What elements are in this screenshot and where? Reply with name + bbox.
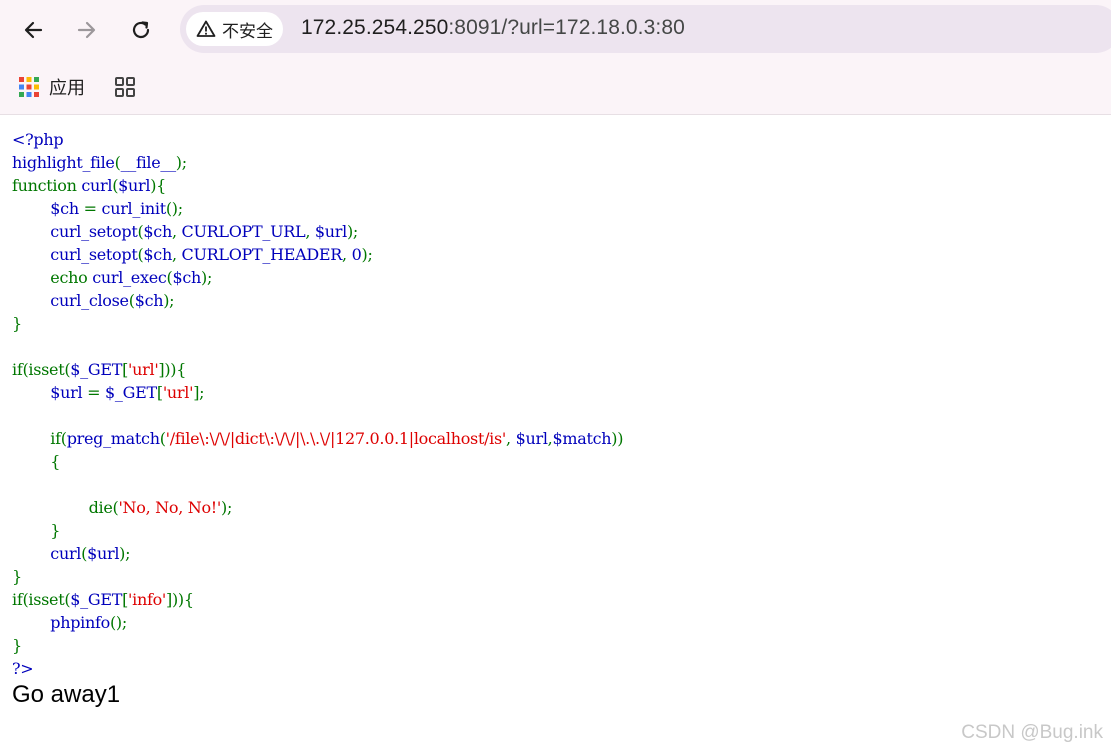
tab-groups-icon <box>115 77 135 97</box>
code-line-15: { <box>50 452 61 471</box>
php-source: <?php highlight_file(__file__); function… <box>12 128 623 680</box>
arrow-left-icon <box>24 21 43 39</box>
reload-button[interactable] <box>122 11 160 49</box>
code-block: <?php highlight_file(__file__); function… <box>12 128 623 680</box>
bookmark-apps-label: 应用 <box>49 78 85 98</box>
apps-grid-icon <box>19 77 39 97</box>
code-line-9: } <box>12 314 22 333</box>
page-output-text: Go away1 <box>12 681 121 708</box>
back-button[interactable] <box>14 11 52 49</box>
code-line-12: $url = $_GET['url']; <box>50 383 205 402</box>
code-line-8: curl_close($ch); <box>50 291 175 310</box>
code-line-19: curl($url); <box>50 544 131 563</box>
code-line-3: function curl($url){ <box>12 176 167 195</box>
code-line-7: echo curl_exec($ch); <box>50 268 213 287</box>
address-bar[interactable]: 不安全 172.25.254.250:8091/?url=172.18.0.3:… <box>180 5 1111 53</box>
url-path: :8091/?url=172.18.0.3:80 <box>448 16 685 39</box>
code-line-17: die('No, No, No!'); <box>88 498 233 517</box>
code-line-5: curl_setopt($ch, CURLOPT_URL, $url); <box>50 222 359 241</box>
url-host: 172.25.254.250 <box>301 16 449 39</box>
watermark: CSDN @Bug.ink <box>961 722 1103 743</box>
url-text[interactable]: 172.25.254.250:8091/?url=172.18.0.3:80 <box>301 16 685 40</box>
browser-toolbar: 不安全 172.25.254.250:8091/?url=172.18.0.3:… <box>0 0 1111 60</box>
warning-triangle-icon <box>196 20 216 37</box>
bookmark-apps[interactable]: 应用 <box>18 72 85 102</box>
bookmarks-bar: 应用 <box>0 60 1111 115</box>
security-label: 不安全 <box>222 21 273 41</box>
code-line-24: ?> <box>12 659 34 678</box>
code-line-23: } <box>12 636 22 655</box>
code-line-22: phpinfo(); <box>50 613 127 632</box>
code-line-1: <?php <box>12 130 64 149</box>
reload-icon <box>132 21 150 39</box>
code-line-20: } <box>12 567 22 586</box>
forward-button[interactable] <box>68 11 106 49</box>
code-line-4: $ch = curl_init(); <box>50 199 183 218</box>
code-line-18: } <box>50 521 61 540</box>
arrow-right-icon <box>77 21 96 39</box>
code-line-21: if(isset($_GET['info'])){ <box>12 590 194 609</box>
code-line-2: highlight_file(__file__); <box>12 153 187 172</box>
code-line-6: curl_setopt($ch, CURLOPT_HEADER, 0); <box>50 245 373 264</box>
code-line-14: if(preg_match('/file\:\/\/|dict\:\/\/|\.… <box>50 429 624 448</box>
tab-groups-button[interactable] <box>110 72 140 102</box>
code-line-11: if(isset($_GET['url'])){ <box>12 360 187 379</box>
site-security-chip[interactable]: 不安全 <box>186 12 283 46</box>
